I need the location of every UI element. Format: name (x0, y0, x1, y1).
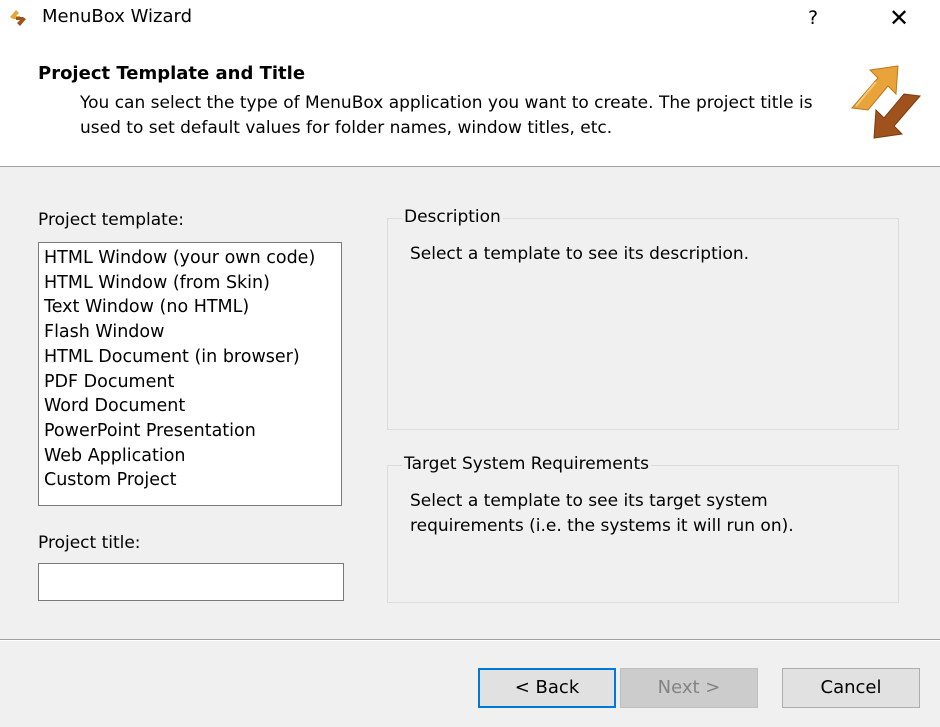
page-description: You can select the type of MenuBox appli… (80, 93, 813, 138)
requirements-text: Select a template to see its target syst… (410, 491, 794, 536)
page-title: Project Template and Title (38, 63, 306, 84)
list-item[interactable]: HTML Window (from Skin) (39, 271, 341, 296)
description-legend: Description (402, 207, 503, 227)
description-text: Select a template to see its description… (410, 244, 750, 264)
wizard-header: Project Template and Title You can selec… (0, 38, 940, 167)
title-bar: MenuBox Wizard ? ✕ (0, 0, 940, 38)
window-title: MenuBox Wizard (42, 6, 192, 27)
cancel-button[interactable]: Cancel (782, 668, 920, 708)
back-button[interactable]: < Back (478, 668, 616, 708)
list-item[interactable]: Flash Window (39, 320, 341, 345)
help-button[interactable]: ? (790, 0, 836, 36)
list-item[interactable]: HTML Window (your own code) (39, 246, 341, 271)
description-group: Description Select a template to see its… (387, 207, 899, 430)
template-label: Project template: (38, 210, 185, 230)
project-title-input[interactable] (38, 563, 344, 601)
list-item[interactable]: HTML Document (in browser) (39, 345, 341, 370)
list-item[interactable]: PowerPoint Presentation (39, 419, 341, 444)
app-icon (10, 10, 26, 26)
list-item[interactable]: Text Window (no HTML) (39, 295, 341, 320)
close-icon: ✕ (888, 4, 910, 32)
project-title-label: Project title: (38, 533, 141, 553)
list-item[interactable]: PDF Document (39, 370, 341, 395)
wizard-logo-icon (851, 65, 921, 139)
list-item[interactable]: Custom Project (39, 468, 341, 493)
next-button[interactable]: Next > (620, 668, 758, 708)
list-item[interactable]: Word Document (39, 394, 341, 419)
requirements-group: Target System Requirements Select a temp… (387, 454, 899, 603)
requirements-legend: Target System Requirements (402, 454, 651, 474)
template-listbox[interactable]: HTML Window (your own code) HTML Window … (38, 242, 342, 506)
list-item[interactable]: Web Application (39, 444, 341, 469)
footer-separator (0, 639, 940, 641)
close-button[interactable]: ✕ (874, 0, 924, 36)
